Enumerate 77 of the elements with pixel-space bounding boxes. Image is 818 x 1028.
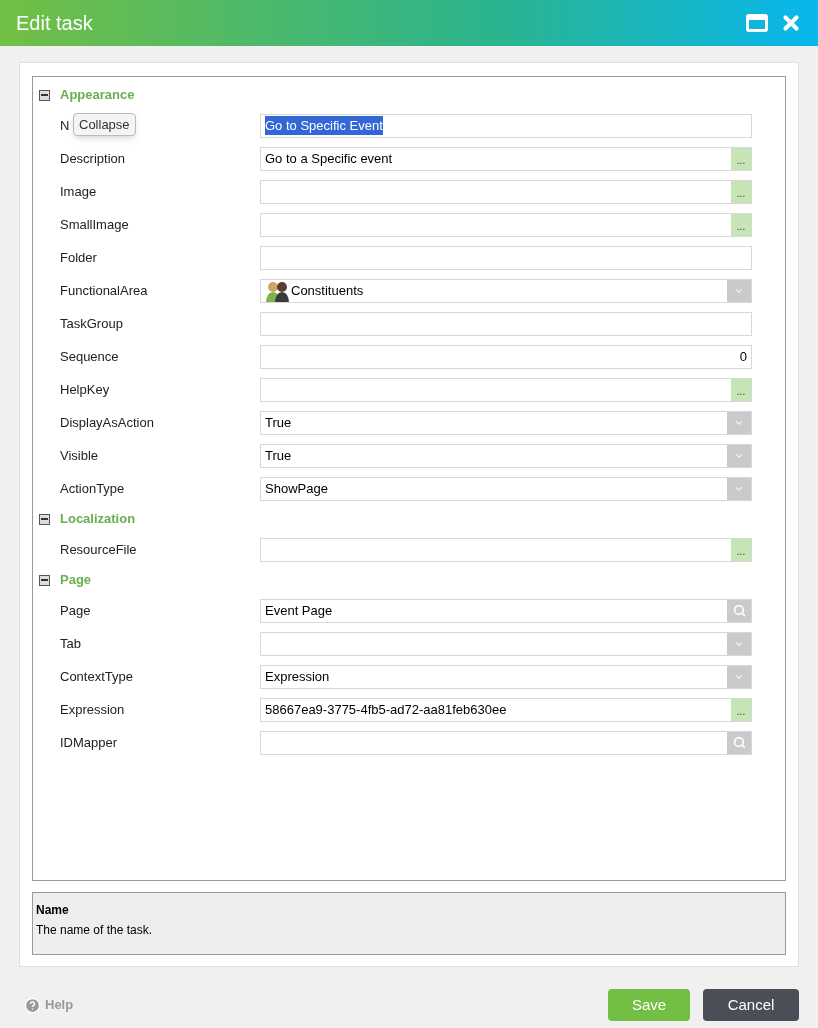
close-icon[interactable] bbox=[780, 12, 802, 34]
help-icon bbox=[24, 996, 41, 1014]
property-label: HelpKey bbox=[60, 380, 110, 399]
people-icon bbox=[265, 279, 291, 302]
input-field[interactable] bbox=[260, 311, 752, 336]
property-label: N bbox=[60, 116, 70, 135]
input-field[interactable]: ... bbox=[260, 377, 752, 402]
group-header: Appearance bbox=[60, 86, 135, 105]
description-text: The name of the task. bbox=[36, 922, 154, 939]
dropdown-button[interactable] bbox=[727, 477, 751, 500]
input-field[interactable]: ... bbox=[260, 179, 752, 204]
browse-button[interactable]: ... bbox=[731, 378, 751, 401]
dropdown-field[interactable]: True bbox=[260, 443, 752, 468]
property-label: Expression bbox=[60, 700, 125, 719]
input-field[interactable] bbox=[260, 730, 752, 755]
field-value: True bbox=[265, 413, 292, 432]
property-label: Description bbox=[60, 149, 126, 168]
group-header: Localization bbox=[60, 510, 136, 529]
field-value: Expression bbox=[265, 667, 330, 686]
dropdown-button[interactable] bbox=[727, 279, 751, 302]
collapse-icon[interactable] bbox=[39, 89, 50, 101]
tooltip: Collapse bbox=[73, 112, 136, 137]
field-value: True bbox=[265, 446, 292, 465]
search-icon bbox=[732, 736, 746, 749]
input-field[interactable]: ... bbox=[260, 212, 752, 237]
input-field[interactable]: Go to a Specific event ... bbox=[260, 146, 752, 171]
property-label: IDMapper bbox=[60, 733, 118, 752]
group-header: Page bbox=[60, 571, 92, 590]
input-field[interactable]: Event Page bbox=[260, 598, 752, 623]
property-label: Image bbox=[60, 182, 97, 201]
browse-button[interactable]: ... bbox=[731, 538, 751, 561]
field-value: 0 bbox=[739, 347, 747, 366]
property-label: Tab bbox=[60, 634, 81, 653]
field-value: ShowPage bbox=[265, 479, 328, 498]
property-label: TaskGroup bbox=[60, 314, 123, 333]
dropdown-button[interactable] bbox=[727, 665, 751, 688]
browse-button[interactable]: ... bbox=[731, 147, 751, 170]
field-value: Go to Specific Event bbox=[265, 115, 383, 136]
field-value: Constituents bbox=[291, 281, 364, 300]
field-value: Go to a Specific event bbox=[265, 149, 393, 168]
property-label: Folder bbox=[60, 248, 97, 267]
collapse-icon[interactable] bbox=[39, 574, 50, 586]
maximize-icon[interactable] bbox=[746, 14, 768, 32]
property-label: Page bbox=[60, 601, 91, 620]
search-icon bbox=[732, 604, 746, 617]
dropdown-button[interactable] bbox=[727, 444, 751, 467]
input-field[interactable] bbox=[260, 245, 752, 270]
property-label: ContextType bbox=[60, 667, 133, 686]
field-value: Event Page bbox=[265, 601, 333, 620]
cancel-button[interactable]: Cancel bbox=[703, 989, 799, 1021]
dropdown-button[interactable] bbox=[727, 632, 751, 655]
property-label: Sequence bbox=[60, 347, 119, 366]
input-field[interactable]: 0 bbox=[260, 344, 752, 369]
property-label: ActionType bbox=[60, 479, 125, 498]
browse-button[interactable]: ... bbox=[731, 698, 751, 721]
dropdown-field[interactable]: True bbox=[260, 410, 752, 435]
property-label: FunctionalArea bbox=[60, 281, 148, 300]
property-label: DisplayAsAction bbox=[60, 413, 154, 432]
property-label: ResourceFile bbox=[60, 540, 137, 559]
search-button[interactable] bbox=[727, 731, 751, 754]
collapse-icon[interactable] bbox=[39, 513, 50, 525]
property-label: SmallImage bbox=[60, 215, 129, 234]
dropdown-field[interactable]: Expression bbox=[260, 664, 752, 689]
input-field[interactable]: ... bbox=[260, 537, 752, 562]
dropdown-field[interactable]: ShowPage bbox=[260, 476, 752, 501]
browse-button[interactable]: ... bbox=[731, 213, 751, 236]
dropdown-button[interactable] bbox=[727, 411, 751, 434]
browse-button[interactable]: ... bbox=[731, 180, 751, 203]
input-field[interactable]: 58667ea9-3775-4fb5-ad72-aa81feb630ee ... bbox=[260, 697, 752, 722]
window-title: Edit task bbox=[16, 11, 94, 36]
field-value: 58667ea9-3775-4fb5-ad72-aa81feb630ee bbox=[265, 700, 507, 719]
description-title: Name bbox=[36, 902, 70, 919]
dropdown-field[interactable] bbox=[260, 631, 752, 656]
search-button[interactable] bbox=[727, 599, 751, 622]
property-label: Visible bbox=[60, 446, 99, 465]
input-field[interactable]: Go to Specific Event bbox=[260, 113, 752, 138]
dropdown-field[interactable]: Constituents bbox=[260, 278, 752, 303]
